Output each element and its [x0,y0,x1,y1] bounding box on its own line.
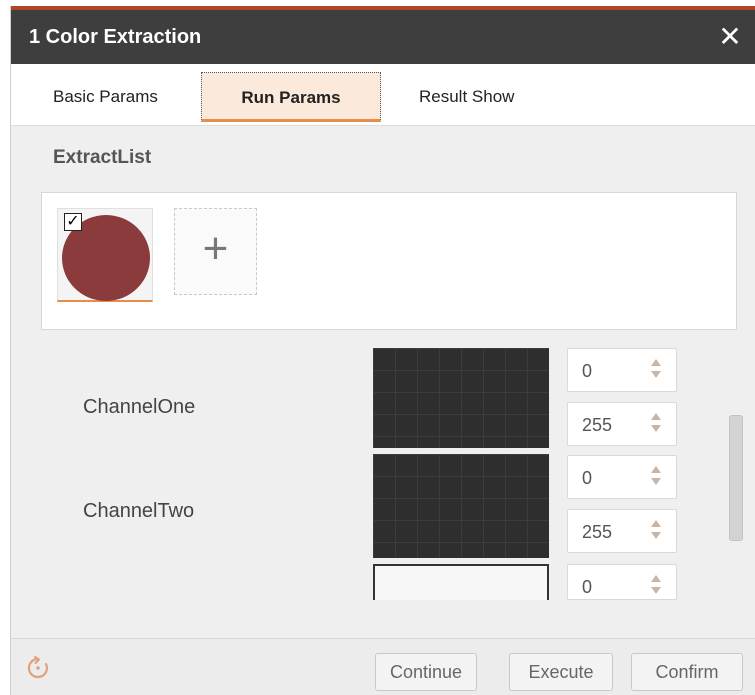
add-color-button[interactable]: + [174,208,257,295]
color-item-checkbox[interactable]: ✓ [64,213,82,231]
channel-three-preview [373,564,549,600]
extract-list-panel: ✓ + [41,192,737,330]
channel-three-min-spinbox[interactable]: 0 [567,564,677,600]
vertical-scrollbar[interactable] [729,415,743,541]
channel-two-label: ChannelTwo [83,500,195,522]
execute-button[interactable]: Execute [509,653,613,691]
confirm-button[interactable]: Confirm [631,653,743,691]
tab-run-params[interactable]: Run Params [201,72,381,122]
plus-icon: + [202,224,229,273]
spin-arrows-icon[interactable] [650,466,662,488]
spinbox-value: 0 [582,361,593,381]
extract-color-item[interactable]: ✓ [57,208,153,302]
channel-two-preview [373,454,549,558]
continue-button[interactable]: Continue [375,653,477,691]
dialog-title: 1 Color Extraction [29,26,202,48]
color-extraction-dialog: 1 Color Extraction ✕ Basic Params Run Pa… [10,6,755,695]
channel-one-max-spinbox[interactable]: 255 [567,402,677,446]
channel-one-min-spinbox[interactable]: 0 [567,348,677,392]
reset-icon[interactable] [25,655,51,681]
close-icon[interactable]: ✕ [714,21,746,53]
spin-arrows-icon[interactable] [650,359,662,381]
spinbox-value: 0 [582,577,593,597]
spinbox-value: 255 [582,522,613,542]
extract-list-title: ExtractList [53,147,152,168]
tab-basic-params[interactable]: Basic Params [25,72,175,122]
channel-one-preview [373,348,549,448]
title-bar: 1 Color Extraction ✕ [11,10,755,64]
tab-result-show[interactable]: Result Show [391,72,551,122]
tab-bar: Basic Params Run Params Result Show [11,64,755,126]
spinbox-value: 0 [582,468,593,488]
spin-arrows-icon[interactable] [650,575,662,597]
spin-arrows-icon[interactable] [650,413,662,435]
channel-one-label: ChannelOne [83,396,196,418]
spin-arrows-icon[interactable] [650,520,662,542]
channel-two-max-spinbox[interactable]: 255 [567,509,677,553]
channel-two-min-spinbox[interactable]: 0 [567,455,677,499]
spinbox-value: 255 [582,415,613,435]
dialog-footer: Continue Execute Confirm [11,638,755,695]
